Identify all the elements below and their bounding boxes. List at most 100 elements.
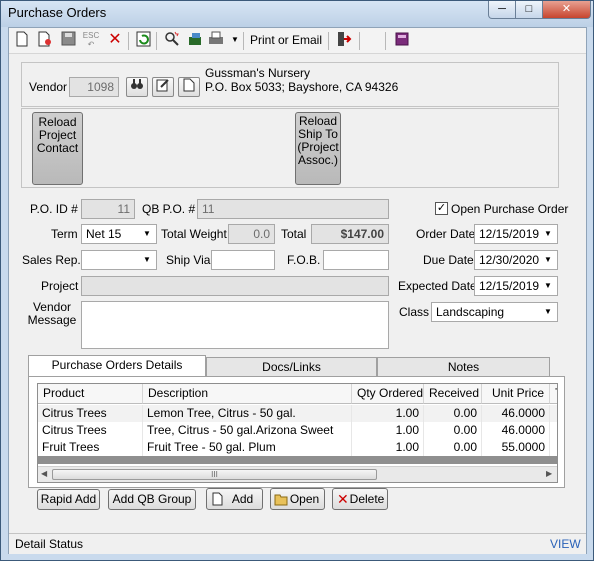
minimize-button[interactable]: ─ (488, 1, 516, 19)
due-date-field[interactable]: 12/30/2020 ▼ (474, 250, 558, 270)
table-row[interactable]: Citrus Trees Lemon Tree, Citrus - 50 gal… (38, 405, 557, 422)
vendor-message-label: Vendor Message (27, 300, 77, 327)
add-qb-group-button[interactable]: Add QB Group (108, 489, 196, 510)
scroll-right-icon[interactable]: ▶ (546, 469, 552, 478)
window-title: Purchase Orders (8, 5, 107, 20)
col-header-description[interactable]: Description (143, 384, 352, 404)
due-date-value: 12/30/2020 (479, 253, 540, 267)
tab-purchase-orders-details[interactable]: Purchase Orders Details (28, 355, 206, 377)
expected-date-value: 12/15/2019 (479, 279, 540, 293)
tab-notes[interactable]: Notes (377, 357, 550, 377)
order-date-value: 12/15/2019 (479, 227, 540, 241)
scroll-left-icon[interactable]: ◀ (41, 469, 47, 478)
cell-unit-price: 46.0000 (482, 405, 550, 422)
class-select[interactable]: Landscaping ▼ (431, 302, 558, 322)
expected-date-label: Expected Date (398, 279, 477, 293)
reload-ship-to-button[interactable]: Reload Ship To (Project Assoc.) (295, 112, 341, 185)
client-area: ESC ↶ ✕ ▼ Print or Email Vendor 1098 Gus… (8, 27, 587, 554)
view-link[interactable]: VIEW (550, 537, 581, 551)
add-qb-group-label: Add QB Group (112, 492, 192, 506)
cell-description: Fruit Tree - 50 gal. Plum (143, 439, 352, 456)
close-button[interactable]: ✕ (542, 1, 591, 19)
book-icon[interactable] (393, 31, 411, 49)
copy-doc-icon[interactable] (36, 31, 54, 49)
horizontal-scrollbar[interactable]: ◀ III ▶ (38, 466, 557, 482)
maximize-button[interactable]: □ (515, 1, 543, 19)
refresh-icon[interactable] (134, 31, 152, 49)
cell-description: Lemon Tree, Citrus - 50 gal. (143, 405, 352, 422)
project-label: Project (41, 279, 79, 293)
sales-rep-label: Sales Rep. (22, 253, 81, 267)
cell-qty: 1.00 (352, 422, 424, 439)
new-doc-icon (212, 492, 223, 512)
fob-field[interactable] (323, 250, 389, 270)
cell-unit-price: 46.0000 (482, 422, 550, 439)
table-row[interactable]: Fruit Trees Fruit Tree - 50 gal. Plum 1.… (38, 439, 557, 456)
scroll-thumb[interactable]: III (52, 469, 377, 480)
search-icon[interactable] (163, 31, 181, 49)
total-weight-label: Total Weight (161, 227, 227, 241)
title-bar: Purchase Orders ─ □ ✕ (1, 1, 593, 27)
rapid-add-label: Rapid Add (40, 492, 97, 506)
order-date-label: Order Date (416, 227, 476, 241)
due-date-label: Due Date (423, 253, 474, 267)
vendor-message-field[interactable] (81, 301, 389, 349)
total-weight-field: 0.0 (228, 224, 275, 244)
vendor-label: Vendor (29, 80, 68, 94)
delete-icon: ✕ (337, 491, 349, 507)
print-email-button[interactable]: Print or Email (250, 33, 322, 47)
cell-product: Citrus Trees (38, 422, 143, 439)
rapid-add-button[interactable]: Rapid Add (37, 489, 100, 510)
vendor-name: Gussman's Nursery (205, 66, 310, 80)
open-button[interactable]: Open (270, 488, 325, 510)
reload-project-contact-label: Reload Project Contact (36, 115, 79, 155)
chevron-down-icon: ▼ (544, 281, 552, 290)
open-po-checkbox[interactable]: ✓ (435, 202, 448, 215)
delete-icon[interactable]: ✕ (106, 31, 124, 49)
print-icon[interactable] (207, 31, 225, 49)
ship-via-label: Ship Via (166, 253, 211, 267)
col-header-product[interactable]: Product (38, 384, 143, 404)
order-date-field[interactable]: 12/15/2019 ▼ (474, 224, 558, 244)
binoculars-icon[interactable] (126, 77, 148, 97)
new-doc-icon[interactable] (13, 31, 31, 49)
edit-vendor-icon[interactable] (152, 77, 174, 97)
chevron-down-icon: ▼ (143, 229, 151, 238)
col-header-unit-price[interactable]: Unit Price (482, 384, 550, 404)
qb-po-label: QB P.O. # (142, 202, 196, 216)
delete-button[interactable]: ✕ Delete (332, 488, 388, 510)
cell-received: 0.00 (424, 422, 482, 439)
term-value: Net 15 (86, 227, 122, 241)
col-header-t[interactable]: T (550, 384, 557, 404)
class-label: Class (399, 305, 430, 319)
table-row[interactable]: Citrus Trees Tree, Citrus - 50 gal.Arizo… (38, 422, 557, 439)
ship-via-field[interactable] (211, 250, 275, 270)
total-field: $147.00 (311, 224, 389, 244)
reload-group: Reload Project Contact Reload Ship To (P… (21, 108, 559, 188)
cell-unit-price: 55.0000 (482, 439, 550, 456)
cell-qty: 1.00 (352, 439, 424, 456)
undo-icon[interactable]: ESC ↶ (82, 31, 100, 49)
col-header-received[interactable]: Received (424, 384, 482, 404)
chevron-down-icon: ▼ (544, 229, 552, 238)
status-bar: Detail Status VIEW (9, 533, 586, 554)
term-select[interactable]: Net 15 ▼ (81, 224, 157, 244)
chevron-down-icon: ▼ (544, 307, 552, 316)
tab-docs-links[interactable]: Docs/Links (206, 357, 377, 377)
cell-received: 0.00 (424, 405, 482, 422)
reload-project-contact-button[interactable]: Reload Project Contact (32, 112, 83, 185)
exit-icon[interactable] (335, 31, 353, 49)
sales-rep-select[interactable]: ▼ (81, 250, 157, 270)
add-button[interactable]: Add (206, 488, 263, 510)
save-icon[interactable] (59, 31, 77, 49)
status-text: Detail Status (15, 537, 84, 551)
chevron-down-icon: ▼ (544, 255, 552, 264)
chevron-down-icon[interactable]: ▼ (226, 31, 244, 49)
new-vendor-icon[interactable] (178, 77, 200, 97)
cell-description: Tree, Citrus - 50 gal.Arizona Sweet (143, 422, 352, 439)
reload-ship-to-label: Reload Ship To (Project Assoc.) (297, 114, 339, 167)
po-id-label: P.O. ID # (30, 202, 78, 216)
expected-date-field[interactable]: 12/15/2019 ▼ (474, 276, 558, 296)
col-header-qty-ordered[interactable]: Qty Ordered (352, 384, 424, 404)
tools-icon[interactable] (186, 31, 204, 49)
